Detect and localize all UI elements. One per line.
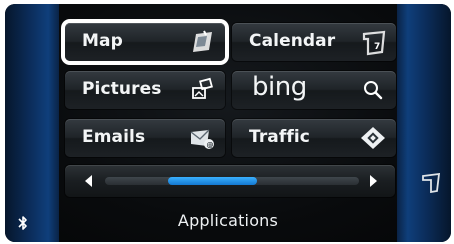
svg-text:7: 7 — [374, 42, 380, 52]
tile-map[interactable]: Map — [65, 23, 225, 61]
tile-pictures[interactable]: Pictures — [65, 71, 225, 109]
tile-emails[interactable]: Emails @ — [65, 119, 225, 157]
tile-traffic-label: Traffic — [249, 127, 310, 147]
left-side-panel — [5, 4, 59, 242]
screen-frame: Map Calendar 7 Pictures bing Emails @ Tr… — [0, 0, 454, 244]
scroll-thumb[interactable] — [167, 177, 257, 185]
email-icon: @ — [187, 123, 217, 153]
tile-bing-label: bing — [252, 72, 307, 102]
tile-calendar-label: Calendar — [249, 31, 336, 51]
svg-text:@: @ — [207, 141, 214, 149]
pictures-icon — [187, 75, 217, 105]
scroll-track[interactable] — [105, 177, 359, 185]
arrow-right-icon[interactable] — [365, 173, 381, 189]
page-scrollbar[interactable] — [65, 165, 395, 197]
tile-map-label: Map — [82, 31, 123, 51]
tile-traffic[interactable]: Traffic — [232, 119, 396, 157]
infotainment-screen: Map Calendar 7 Pictures bing Emails @ Tr… — [5, 4, 451, 242]
tile-bing[interactable]: bing — [232, 71, 396, 109]
apps-corner-icon[interactable] — [420, 172, 442, 194]
map-icon — [187, 27, 217, 57]
tile-calendar[interactable]: Calendar 7 — [232, 23, 396, 61]
tile-pictures-label: Pictures — [82, 79, 162, 99]
search-icon — [358, 75, 388, 105]
arrow-left-icon[interactable] — [81, 173, 97, 189]
calendar-icon: 7 — [358, 27, 388, 57]
page-title: Applications — [177, 211, 279, 230]
traffic-icon — [358, 123, 388, 153]
right-side-panel — [397, 4, 451, 242]
tile-emails-label: Emails — [82, 127, 146, 147]
